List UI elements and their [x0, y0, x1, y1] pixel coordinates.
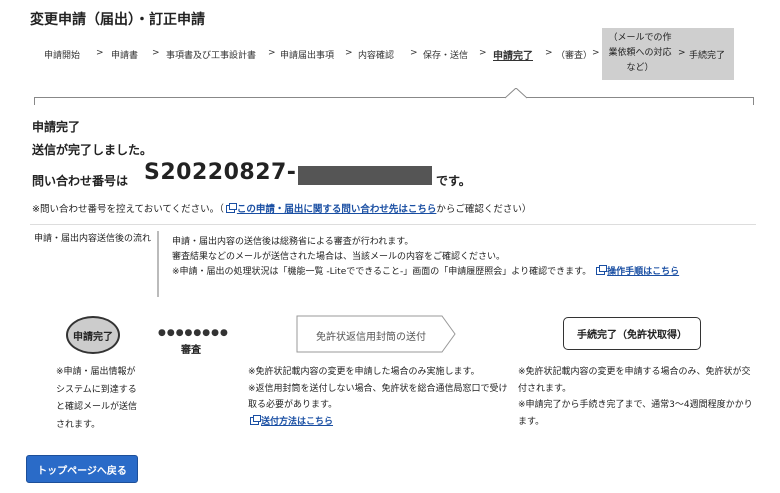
step-separator: >: [345, 48, 353, 58]
envelope-note: ※免許状記載内容の変更を申請した場合のみ実施します。 ※返信用封筒を送付しない場…: [248, 364, 508, 430]
step-mail-response: （メールでの作業依頼への対応など）: [608, 33, 672, 73]
review-label: 審査: [181, 345, 201, 356]
external-link-icon: [225, 203, 237, 213]
external-link-icon: [596, 265, 608, 275]
step-separator: >: [592, 48, 600, 58]
inquiry-number-redaction: [298, 166, 432, 185]
done-note: ※申請・届出情報がシステムに到達すると確認メールが送信されます。: [56, 367, 138, 430]
step-review: （審査）: [556, 51, 593, 61]
procedure-note-line: ※申請完了から手続き完了まで、通常3〜4週間程度かかります。: [518, 400, 753, 427]
shipping-method-link[interactable]: 送付方法はこちら: [261, 417, 333, 427]
flow-line: 申請・届出内容の送信後は総務省による審査が行われます。: [172, 237, 414, 247]
step-separator: >: [479, 48, 487, 58]
external-link-icon: [250, 414, 261, 425]
step-separator: >: [410, 48, 418, 58]
flow-line: 審査結果などのメールが送信された場合は、当該メールの内容をご確認ください。: [172, 252, 506, 262]
step-application-form: 申請書: [111, 51, 139, 61]
flow-description: 申請・届出内容の送信後は総務省による審査が行われます。 審査結果などのメールが送…: [172, 235, 760, 280]
sent-message: 送信が完了しました。: [32, 143, 153, 157]
step-application-items: 申請届出事項: [280, 51, 335, 61]
step-complete-current: 申請完了: [493, 51, 533, 62]
review-dots: ●●●●●●●●: [158, 328, 229, 338]
step-separator: >: [545, 48, 553, 58]
flow-label: 申請・届出内容送信後の流れ: [34, 234, 152, 244]
flow-divider: [157, 231, 159, 297]
step-start: 申請開始: [44, 51, 81, 61]
step-confirm: 内容確認: [358, 51, 395, 61]
procedure-note-line: ※免許状記載内容の変更を申請する場合のみ、免許状が交付されます。: [518, 367, 751, 394]
step-separator: >: [96, 48, 104, 58]
completion-heading: 申請完了: [32, 120, 81, 134]
inquiry-note-suffix: からご確認ください）: [436, 204, 532, 215]
back-to-top-button[interactable]: トップページへ戻る: [26, 455, 138, 483]
divider: [30, 224, 756, 225]
step-separator: >: [678, 48, 686, 58]
inquiry-label: 問い合わせ番号は: [32, 174, 129, 188]
inquiry-note: ※問い合わせ番号を控えておいてください。（ この申請・届出に関する問い合わせ先はこ…: [32, 201, 531, 215]
inquiry-note-prefix: ※問い合わせ番号を控えておいてください。（: [32, 204, 224, 215]
step-procedure-done: 手続完了: [689, 51, 726, 61]
envelope-note-line: ※免許状記載内容の変更を申請した場合のみ実施します。: [248, 367, 480, 377]
procedure-note: ※免許状記載内容の変更を申請する場合のみ、免許状が交付されます。 ※申請完了から…: [518, 364, 758, 430]
flow-line: ※申請・届出の処理状況は「機能一覧 -Liteでできること-」画面の「申請履歴照…: [172, 265, 680, 277]
step-save-send: 保存・送信: [423, 51, 469, 61]
return-envelope-label: 免許状返信用封筒の送付: [316, 332, 426, 343]
procedure-done-box: 手続完了（免許状取得）: [563, 317, 701, 350]
step-design-docs: 事項書及び工事設計書: [166, 51, 257, 61]
envelope-note-line: ※返信用封筒を送付しない場合、免許状を総合通信局窓口で受け取る必要があります。: [248, 383, 508, 411]
step-separator: >: [152, 48, 160, 58]
done-circle: 申請完了: [66, 316, 120, 354]
step-separator: >: [268, 48, 276, 58]
inquiry-number: S20220827-: [144, 160, 297, 185]
breadcrumb: 申請開始 > 申請書 > 事項書及び工事設計書 > 申請届出事項 > 内容確認 …: [0, 28, 780, 80]
inquiry-contact-link[interactable]: この申請・届出に関する問い合わせ先はこちら: [237, 204, 437, 215]
inquiry-suffix: です。: [436, 174, 471, 188]
operation-guide-link[interactable]: 操作手順はこちら: [607, 267, 679, 277]
page-title: 変更申請（届出）・訂正申請: [30, 12, 205, 28]
panel-top-border: [34, 97, 754, 105]
